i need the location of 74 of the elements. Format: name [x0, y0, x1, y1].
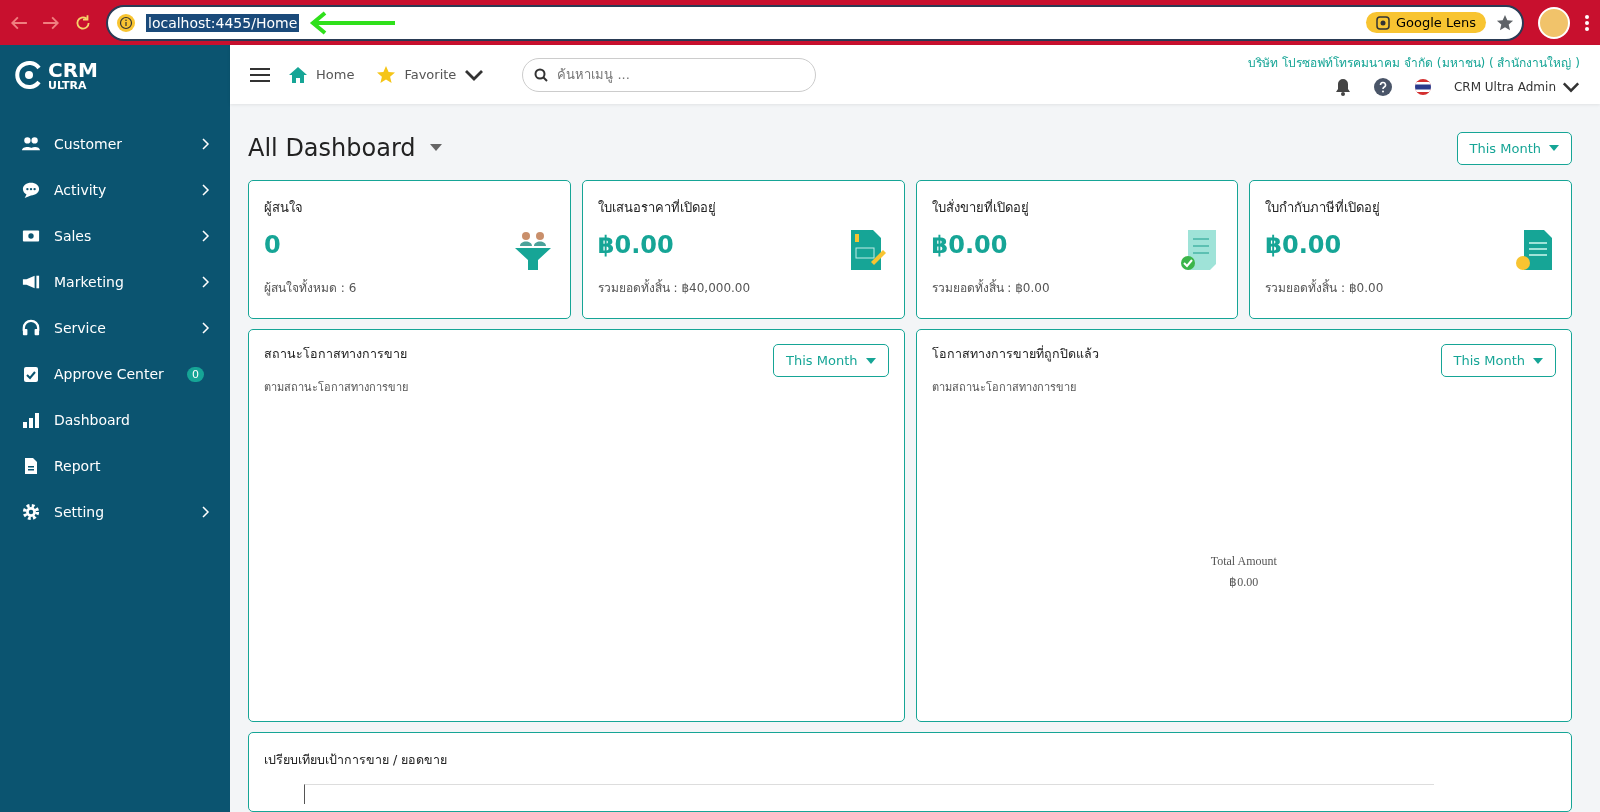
- users-icon: [22, 135, 40, 153]
- card-value: ฿0.00: [1265, 231, 1343, 261]
- clipboard-check-icon: [22, 365, 40, 383]
- caret-icon: [1549, 145, 1559, 151]
- help-icon[interactable]: [1373, 78, 1392, 96]
- panel-subtitle: ตามสถานะโอกาสทางการขาย: [264, 380, 408, 396]
- menu-icon[interactable]: [250, 66, 270, 83]
- card-value: 0: [264, 231, 282, 261]
- panel-title: โอกาสทางการขายที่ถูกปิดแล้ว: [931, 344, 1099, 364]
- star-icon: [376, 64, 397, 85]
- thai-flag-icon[interactable]: [1413, 78, 1432, 96]
- card-footer: รวมยอดทั้งสิ้น : ฿0.00: [1265, 278, 1512, 302]
- more-menu-icon[interactable]: [1584, 13, 1590, 32]
- card-footer: รวมยอดทั้งสิ้น : ฿0.00: [931, 278, 1179, 302]
- caret-icon: [865, 357, 876, 364]
- home-link[interactable]: Home: [284, 60, 359, 89]
- profile-avatar[interactable]: [1538, 6, 1570, 39]
- sidebar-menu-item[interactable]: Marketing: [0, 259, 230, 305]
- menu-label: Setting: [54, 504, 106, 520]
- chart-center-value: ฿0.00: [1229, 574, 1259, 590]
- sidebar-menu-item[interactable]: Report: [0, 443, 230, 489]
- chat-bubble-icon: [22, 181, 40, 199]
- caret-icon[interactable]: [429, 144, 442, 152]
- search-icon: [534, 67, 549, 82]
- chart-center-label: Total Amount: [1210, 553, 1277, 569]
- card-footer: ผู้สนใจทั้งหมด : 6: [264, 278, 511, 302]
- card-title: ใบสั่งขายที่เปิดอยู่: [931, 198, 1030, 218]
- sidebar-menu-item[interactable]: Setting: [0, 489, 230, 535]
- panel-title: สถานะโอกาสทางการขาย: [264, 345, 408, 363]
- bar-chart-icon: [22, 411, 40, 429]
- page-title: All Dashboard: [248, 134, 416, 162]
- settings-icon: [22, 503, 40, 521]
- favorite-link[interactable]: Favorite: [372, 60, 489, 89]
- caret-icon: [1533, 357, 1543, 364]
- logo-text: CRM: [48, 59, 98, 80]
- bell-icon[interactable]: [1333, 78, 1352, 96]
- bookmark-star-icon[interactable]: [1496, 13, 1514, 32]
- card-title: ผู้สนใจ: [264, 199, 304, 218]
- headphones-icon: [22, 319, 40, 337]
- card-value: ฿0.00: [931, 231, 1009, 261]
- home-icon: [288, 64, 308, 85]
- search-field[interactable]: ค้นหาเมนู ...: [522, 57, 817, 92]
- menu-label: Marketing: [54, 274, 125, 290]
- panel-title: เปรียบเทียบเป้าการขาย / ยอดขาย: [264, 752, 448, 767]
- lens-icon: [1376, 15, 1390, 30]
- company-name: บริษัท โปรซอฟท์โทรคมนาคม จำกัด (มหาชน) ( สำนักงานใหญ่ ): [1248, 55, 1580, 72]
- menu-label: Customer: [54, 136, 123, 152]
- card-footer: รวมยอดทั้งสิ้น : ฿40,000.00: [597, 278, 845, 302]
- logo-subtext: ULTRA: [48, 79, 88, 91]
- count-badge: 0: [187, 366, 204, 382]
- reload-icon[interactable]: [74, 13, 92, 32]
- sidebar-menu-item[interactable]: Customer: [0, 121, 230, 167]
- card-title: ใบเสนอราคาที่เปิดอยู่: [597, 198, 717, 218]
- menu-label: Activity: [54, 182, 108, 198]
- sidebar-menu-item[interactable]: Dashboard: [0, 397, 230, 443]
- card-title: ใบกำกับภาษีที่เปิดอยู่: [1265, 198, 1382, 218]
- sidebar-menu-item[interactable]: Activity: [0, 167, 230, 213]
- menu-label: Service: [54, 320, 107, 336]
- menu-label: Approve Center: [54, 366, 165, 382]
- sidebar-menu-item[interactable]: Service: [0, 305, 230, 351]
- info-icon[interactable]: [116, 12, 136, 33]
- menu-label: Sales: [54, 228, 93, 244]
- address-bar[interactable]: localhost:4455/Home Google Lens: [106, 4, 1524, 41]
- panel-subtitle: ตามสถานะโอกาสทางการขาย: [931, 380, 1077, 396]
- url-text: localhost:4455/Home: [146, 13, 300, 32]
- megaphone-icon: [22, 273, 40, 291]
- sidebar-menu-item[interactable]: Approve Center 0: [0, 351, 230, 397]
- menu-label: Report: [54, 458, 102, 474]
- user-menu[interactable]: CRM Ultra Admin: [1453, 78, 1580, 96]
- menu-label: Dashboard: [54, 412, 131, 428]
- document-icon: [22, 457, 40, 475]
- card-value: ฿0.00: [597, 231, 675, 261]
- sidebar-menu-item[interactable]: Sales: [0, 213, 230, 259]
- google-lens-button[interactable]: Google Lens: [1366, 12, 1486, 33]
